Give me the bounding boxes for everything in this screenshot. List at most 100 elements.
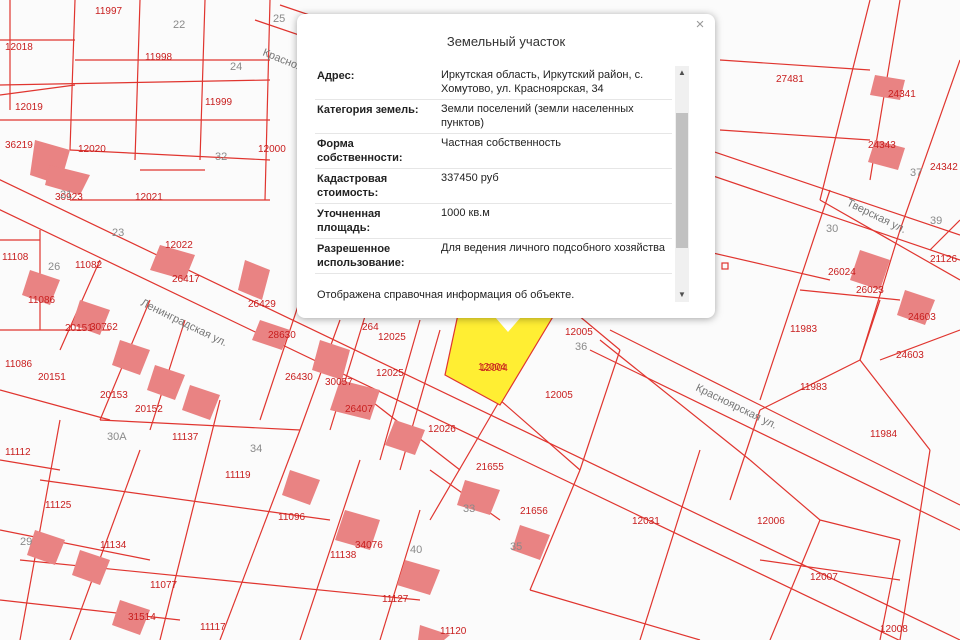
- scroll-down-icon[interactable]: ▼: [675, 288, 689, 302]
- house-number-label: 30А: [107, 431, 127, 443]
- parcel-number-label: 11117: [200, 622, 226, 633]
- parcel-boundary: [699, 249, 831, 281]
- building: [282, 470, 320, 505]
- info-value: 1000 кв.м: [435, 203, 672, 239]
- scroll-up-icon[interactable]: ▲: [675, 66, 689, 80]
- parcel-boundary: [264, 0, 271, 201]
- building: [182, 385, 220, 420]
- house-number-label: 34: [250, 443, 262, 455]
- parcel-number-label: 20153: [100, 390, 128, 401]
- parcel-number-label: 12007: [810, 572, 838, 583]
- parcel-boundary: [69, 0, 76, 151]
- parcel-boundary: [99, 419, 301, 431]
- parcel-number-label: 24343: [868, 140, 896, 151]
- parcel-number-label: 12005: [545, 390, 573, 401]
- parcel-boundary: [529, 469, 581, 591]
- close-icon[interactable]: ×: [693, 17, 707, 32]
- parcel-boundary: [134, 0, 141, 161]
- parcel-boundary: [819, 519, 901, 541]
- parcel-number-label: 11086: [5, 359, 33, 370]
- parcel-number-label: 12019: [15, 102, 43, 113]
- parcel-number-label: 21126: [930, 254, 958, 265]
- street-name-label: Тверская ул.: [845, 197, 908, 236]
- info-key: Кадастровая стоимость:: [315, 168, 435, 204]
- info-row: Разрешенное использование: Для ведения ли…: [315, 238, 672, 274]
- house-number-label: 21: [60, 189, 72, 201]
- parcel-boundary: [799, 289, 901, 301]
- parcel-number-label: 11077: [150, 580, 178, 591]
- popup-scrollbar[interactable]: ▲ ▼: [675, 66, 689, 302]
- house-number-label: 25: [273, 13, 285, 25]
- house-number-label: 33: [463, 503, 475, 515]
- parcel-boundary: [579, 349, 621, 471]
- house-number-label: 37: [910, 167, 922, 179]
- parcel-number-label: 20151: [38, 372, 66, 383]
- parcel-number-label: 12025: [378, 332, 406, 343]
- parcel-number-label: 30762: [90, 322, 118, 333]
- info-row: Категория земель: Земли поселений (земли …: [315, 99, 672, 134]
- parcel-number-label: 26024: [828, 267, 856, 278]
- parcel-number-label: 11086: [28, 295, 56, 306]
- parcel-number-label: 11112: [5, 447, 31, 458]
- info-scroll-area[interactable]: Адрес: Иркутская область, Иркутский район…: [315, 66, 672, 314]
- parcel-number-label: 11984: [870, 429, 898, 440]
- parcel-number-label: 12006: [757, 516, 785, 527]
- house-number-label: 35: [510, 541, 522, 553]
- parcel-number-label: 11134: [100, 540, 127, 551]
- parcel-number-label: 20152: [135, 404, 163, 415]
- info-row: Адрес: Иркутская область, Иркутский район…: [315, 66, 672, 100]
- parcel-boundary: [219, 429, 301, 640]
- parcel-boundary: [729, 409, 761, 501]
- parcel-number-label: 12018: [5, 42, 33, 53]
- house-number-label: 39: [930, 215, 942, 227]
- parcel-number-label: 11997: [95, 6, 123, 17]
- scroll-thumb[interactable]: [676, 113, 688, 248]
- parcel-number-label: 11998: [145, 52, 173, 63]
- building: [238, 260, 270, 300]
- parcel-number-label: 26417: [172, 274, 200, 285]
- parcel-number-label: 27481: [776, 74, 804, 85]
- parcel-number-label: 12025: [376, 368, 404, 379]
- parcel-number-label: 11082: [75, 260, 103, 271]
- building: [72, 550, 110, 585]
- parcel-number-label: 12020: [78, 144, 106, 155]
- house-number-label: 36: [575, 341, 587, 353]
- parcel-number-label: 12005: [565, 327, 593, 338]
- parcel-number-label: 24603: [908, 312, 936, 323]
- parcel-number-label: 26407: [345, 404, 373, 415]
- popup-pointer: [495, 317, 521, 332]
- parcel-number-label: 11127: [382, 594, 409, 605]
- parcel-number-label: 11120: [440, 626, 467, 637]
- parcel-boundary: [859, 299, 881, 361]
- parcel-number-label: 28630: [268, 330, 296, 341]
- parcel-number-label: 11138: [330, 550, 357, 561]
- parcel-boundary: [0, 389, 111, 421]
- parcel-boundary: [199, 0, 206, 161]
- building: [112, 340, 150, 375]
- parcel-info-table: Адрес: Иркутская область, Иркутский район…: [315, 66, 672, 274]
- parcel-boundary: [899, 59, 960, 231]
- parcel-marker: [721, 262, 729, 270]
- parcel-number-label: 11983: [790, 324, 818, 335]
- parcel-boundary: [819, 0, 871, 201]
- info-key: Категория земель:: [315, 99, 435, 134]
- parcel-number-label: 12000: [258, 144, 286, 155]
- parcel-number-label: 31514: [128, 612, 156, 623]
- parcel-number-label: 11999: [205, 97, 233, 108]
- parcel-number-label: 21655: [476, 462, 504, 473]
- parcel-boundary: [899, 449, 931, 640]
- parcel-number-label: 11137: [172, 432, 199, 443]
- parcel-boundary: [719, 129, 871, 141]
- parcel-boundary: [719, 59, 871, 71]
- building: [397, 560, 440, 595]
- house-number-label: 30: [826, 223, 838, 235]
- info-key: Форма собственности:: [315, 133, 435, 169]
- info-value: Частная собственность: [435, 133, 672, 169]
- street-name-label: Ленинградская ул.: [139, 297, 229, 349]
- house-number-label: 24: [230, 61, 242, 73]
- parcel-boundary: [0, 84, 76, 96]
- info-row: Форма собственности: Частная собственност…: [315, 133, 672, 169]
- parcel-number-label: 21656: [520, 506, 548, 517]
- parcel-boundary: [749, 459, 821, 521]
- parcel-boundary: [0, 79, 271, 86]
